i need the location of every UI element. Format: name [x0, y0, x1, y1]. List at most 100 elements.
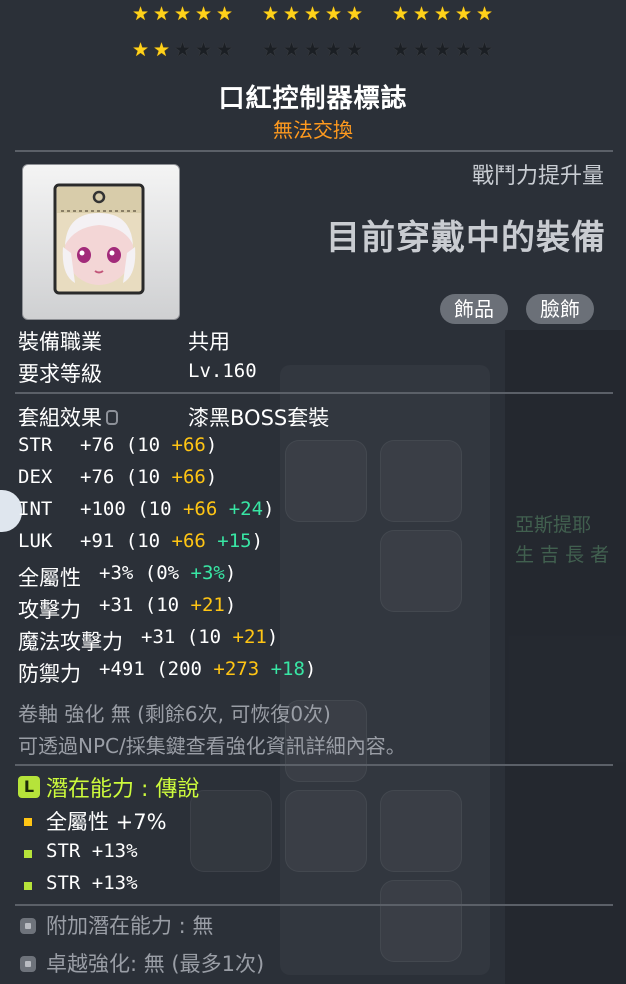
stat-total: +76 (10: [80, 434, 172, 456]
divider: [15, 150, 613, 152]
bullet-yellow-icon: [24, 818, 32, 826]
level-value: Lv.160: [188, 360, 257, 382]
star-empty-icon: ★: [173, 39, 192, 61]
star-group: ★ ★ ★ ★ ★: [260, 40, 365, 62]
stat-row: 防禦力 +491 (200 +273 +18): [18, 658, 316, 688]
additional-potential: 附加潛在能力 : 無: [46, 914, 214, 938]
star-filled-icon: ★: [475, 3, 494, 25]
stat-total: +91 (10: [80, 530, 172, 552]
star-filled-icon: ★: [345, 3, 364, 25]
item-tooltip: ★ ★ ★ ★ ★ ★ ★ ★ ★ ★ ★ ★ ★ ★ ★ ★ ★ ★ ★ ★ ★ ★ ★ ★ ★ ★ ★ ★ ★ ★ 口紅控制器標誌 無…: [0, 0, 626, 984]
star-filled-icon: ★: [391, 3, 410, 25]
star-filled-icon: ★: [131, 39, 150, 61]
tag-accessory: 飾品: [440, 294, 508, 324]
stat-extra: +3%: [190, 562, 225, 584]
power-increase-label: 戰鬥力提升量: [471, 164, 604, 189]
star-group: ★ ★ ★ ★ ★: [130, 4, 235, 26]
stat-value: +31 (10 +21): [141, 626, 278, 648]
stat-value: +31 (10 +21): [99, 594, 236, 616]
stat-close: ): [224, 594, 237, 616]
bullet-green-icon: [24, 882, 32, 890]
stat-extra: +24: [217, 498, 264, 520]
npc-upgrade-info: 可透過NPC/採集鍵查看強化資訊詳細內容。: [18, 734, 406, 758]
stat-close: ): [266, 626, 279, 648]
bullet-green-icon: [24, 850, 32, 858]
star-empty-icon: ★: [391, 39, 410, 61]
star-group: ★ ★ ★ ★ ★: [130, 40, 235, 62]
potential-title: 潛在能力 : 傳說: [46, 777, 200, 802]
stat-extra: +18: [259, 658, 305, 680]
stat-bonus: +273: [213, 658, 260, 680]
stat-row: LUK +91 (10 +66 +15): [18, 530, 263, 552]
stat-name: 防禦力: [18, 662, 81, 686]
stat-bonus: +66: [171, 530, 206, 552]
star-filled-icon: ★: [454, 3, 473, 25]
stat-value: +76 (10 +66): [80, 466, 217, 488]
potential-line-1: 全屬性 +7%: [46, 810, 167, 834]
legendary-badge-icon: L: [18, 776, 40, 798]
stat-name: STR: [18, 434, 53, 456]
stat-bonus: +66: [171, 466, 206, 488]
stat-bonus: +66: [171, 434, 206, 456]
potential-line-3: STR +13%: [46, 872, 138, 894]
current-equipped-label: 目前穿戴中的裝備: [326, 218, 606, 258]
job-value: 共用: [188, 330, 230, 354]
lipstick-controller-emblem-icon: [53, 183, 145, 295]
stat-total: +100 (10: [80, 498, 183, 520]
stat-close: ): [224, 562, 237, 584]
trade-status: 無法交換: [273, 118, 353, 142]
star-empty-icon: ★: [454, 39, 473, 61]
stat-total: +31 (10: [99, 594, 191, 616]
stat-row: DEX +76 (10 +66): [18, 466, 217, 488]
star-filled-icon: ★: [215, 3, 234, 25]
star-empty-icon: ★: [412, 39, 431, 61]
star-filled-icon: ★: [261, 3, 280, 25]
stat-close: ): [205, 466, 218, 488]
star-group: ★ ★ ★ ★ ★: [390, 4, 495, 26]
star-empty-icon: ★: [215, 39, 234, 61]
stat-close: ): [251, 530, 264, 552]
stat-row: STR +76 (10 +66): [18, 434, 217, 456]
job-row: 裝備職業: [18, 326, 102, 356]
star-empty-icon: ★: [261, 39, 280, 61]
stat-name: DEX: [18, 466, 53, 488]
stat-name: 全屬性: [18, 566, 81, 590]
stat-value: +76 (10 +66): [80, 434, 217, 456]
star-empty-icon: ★: [475, 39, 494, 61]
stat-extra: +15: [205, 530, 252, 552]
stat-total: +491 (200: [99, 658, 214, 680]
divider: [15, 392, 613, 394]
star-empty-icon: ★: [433, 39, 452, 61]
star-empty-icon: ★: [194, 39, 213, 61]
divider: [15, 764, 613, 766]
star-filled-icon: ★: [324, 3, 343, 25]
level-label: 要求等級: [18, 362, 102, 386]
star-empty-icon: ★: [282, 39, 301, 61]
stat-row: 魔法攻擊力 +31 (10 +21): [18, 626, 278, 656]
stat-close: ): [205, 434, 218, 456]
star-empty-icon: ★: [303, 39, 322, 61]
exceptional-enhance-icon: [20, 956, 36, 972]
stat-value: +491 (200 +273 +18): [99, 658, 316, 680]
star-filled-icon: ★: [303, 3, 322, 25]
stat-close: ): [263, 498, 275, 520]
stat-name: INT: [18, 498, 53, 520]
stat-value: +3% (0% +3%): [99, 562, 236, 584]
stat-total: +76 (10: [80, 466, 172, 488]
item-icon-frame: [22, 164, 180, 320]
stat-name: LUK: [18, 530, 53, 552]
star-group: ★ ★ ★ ★ ★: [390, 40, 495, 62]
set-effect-row: 套組效果: [18, 402, 122, 432]
star-filled-icon: ★: [412, 3, 431, 25]
star-group: ★ ★ ★ ★ ★: [260, 4, 365, 26]
stat-total: +31 (10: [141, 626, 233, 648]
star-filled-icon: ★: [152, 3, 171, 25]
set-effect-value[interactable]: 漆黑BOSS套裝: [188, 402, 329, 432]
job-label: 裝備職業: [18, 330, 102, 354]
stat-bonus: +21: [190, 594, 225, 616]
star-filled-icon: ★: [282, 3, 301, 25]
stat-total: +3% (0%: [99, 562, 191, 584]
star-filled-icon: ★: [433, 3, 452, 25]
potential-header: L 潛在能力 : 傳說: [18, 772, 199, 802]
lock-icon: [106, 409, 118, 425]
